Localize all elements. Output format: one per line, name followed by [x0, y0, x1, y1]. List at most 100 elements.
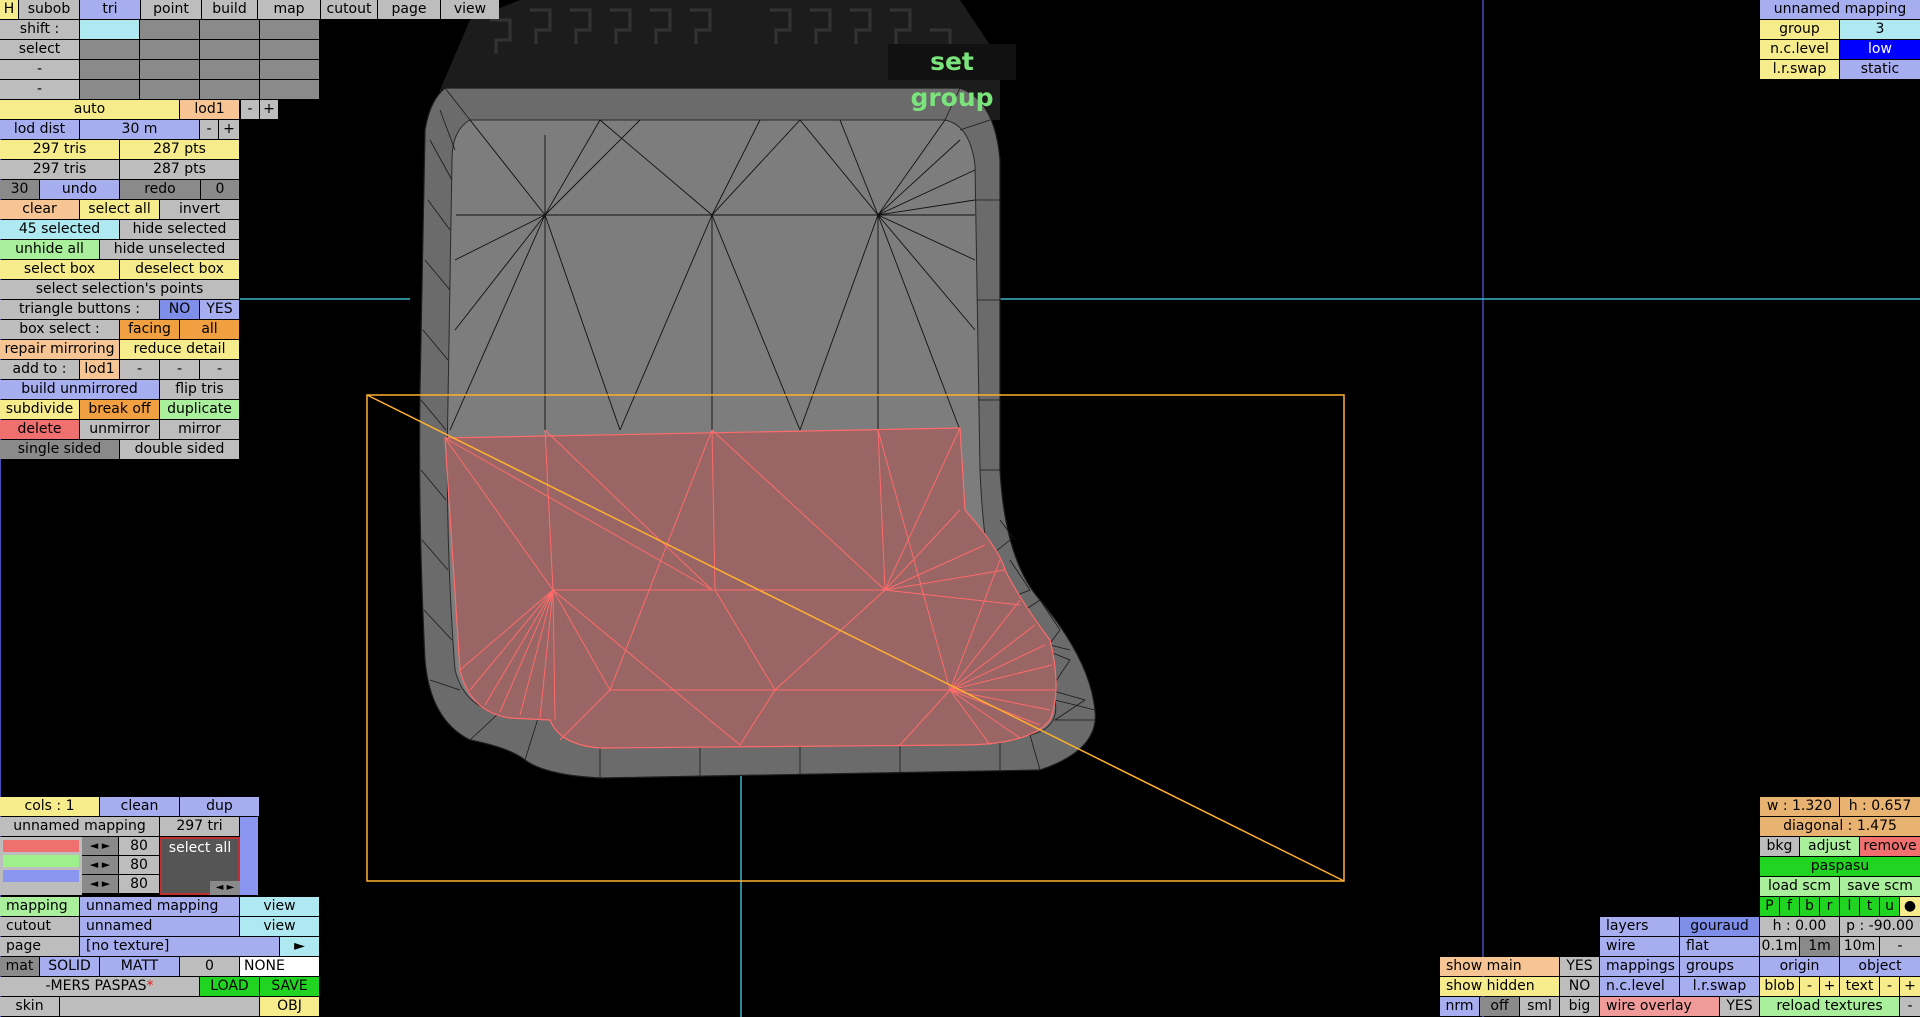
obj-button[interactable]: OBJ	[260, 997, 319, 1016]
nclevel-value[interactable]: low	[1840, 40, 1920, 59]
save-button[interactable]: SAVE	[260, 977, 319, 996]
none-field[interactable]: NONE	[240, 957, 319, 976]
object-button[interactable]: object	[1840, 957, 1920, 976]
select-box-button[interactable]: select box	[0, 260, 119, 279]
duplicate-button[interactable]: duplicate	[160, 400, 239, 419]
delete-button[interactable]: delete	[0, 420, 79, 439]
page-value[interactable]: [no texture]	[80, 937, 279, 956]
solid-button[interactable]: SOLID	[40, 957, 99, 976]
view-u[interactable]: u	[1880, 897, 1899, 916]
tab-view[interactable]: view	[441, 0, 499, 19]
page-arrow-button[interactable]: ►	[280, 937, 319, 956]
break-off-button[interactable]: break off	[80, 400, 159, 419]
unmirror-button[interactable]: unmirror	[80, 420, 159, 439]
green-swatch[interactable]	[3, 855, 79, 867]
clear-button[interactable]: clear	[0, 200, 79, 219]
unhide-all-button[interactable]: unhide all	[0, 240, 99, 259]
step-10m[interactable]: 10m	[1840, 937, 1879, 956]
blue-arrows[interactable]: ◄ ►	[82, 875, 118, 893]
single-sided-button[interactable]: single sided	[0, 440, 119, 459]
subdivide-button[interactable]: subdivide	[0, 400, 79, 419]
shift-slot-4[interactable]	[260, 20, 319, 39]
select-slot-1[interactable]	[80, 40, 139, 59]
layers-label[interactable]: layers	[1600, 917, 1679, 936]
slot[interactable]	[140, 80, 199, 99]
big-button[interactable]: big	[1560, 997, 1599, 1016]
blob-minus[interactable]: -	[1800, 977, 1819, 996]
double-sided-button[interactable]: double sided	[120, 440, 239, 459]
shift-slot-1[interactable]	[80, 20, 139, 39]
view-dot[interactable]: ●	[1900, 897, 1920, 916]
lod-select[interactable]: lod1	[180, 100, 239, 119]
bkg-button[interactable]: bkg	[1760, 837, 1799, 856]
repair-mirroring-button[interactable]: repair mirroring	[0, 340, 119, 359]
show-main-yes[interactable]: YES	[1560, 957, 1599, 976]
color-preview-select-all[interactable]: select all	[162, 839, 238, 857]
shift-slot-2[interactable]	[140, 20, 199, 39]
slot[interactable]	[200, 80, 259, 99]
h-button[interactable]: H	[0, 0, 18, 19]
build-unmirrored-button[interactable]: build unmirrored	[0, 380, 159, 399]
select-slot-3[interactable]	[200, 40, 259, 59]
sml-button[interactable]: sml	[1520, 997, 1559, 1016]
invert-button[interactable]: invert	[160, 200, 239, 219]
add-to-lod1[interactable]: lod1	[80, 360, 119, 379]
shift-slot-3[interactable]	[200, 20, 259, 39]
undo-button[interactable]: undo	[40, 180, 119, 199]
group-value[interactable]: 3	[1840, 20, 1920, 39]
mirror-button[interactable]: mirror	[160, 420, 239, 439]
cutout-value[interactable]: unnamed	[80, 917, 239, 936]
green-arrows[interactable]: ◄ ►	[82, 856, 118, 874]
blue-swatch[interactable]	[3, 870, 79, 882]
nrm-button[interactable]: nrm	[1440, 997, 1479, 1016]
adjust-button[interactable]: adjust	[1800, 837, 1859, 856]
view-p[interactable]: P	[1760, 897, 1779, 916]
mapping-value[interactable]: unnamed mapping	[80, 897, 239, 916]
blob-plus[interactable]: +	[1820, 977, 1839, 996]
text-minus[interactable]: -	[1880, 977, 1899, 996]
select-slot-2[interactable]	[140, 40, 199, 59]
slot[interactable]	[140, 60, 199, 79]
box-select-facing[interactable]: facing	[120, 320, 179, 339]
reduce-detail-button[interactable]: reduce detail	[120, 340, 239, 359]
step-dash[interactable]: -	[1880, 937, 1920, 956]
remove-button[interactable]: remove	[1860, 837, 1920, 856]
wire-label[interactable]: wire	[1600, 937, 1679, 956]
lrswap-button[interactable]: l.r.swap	[1680, 977, 1759, 996]
slot[interactable]	[80, 80, 139, 99]
select-slot-4[interactable]	[260, 40, 319, 59]
slot[interactable]	[260, 60, 319, 79]
reload-textures-button[interactable]: reload textures	[1760, 997, 1899, 1016]
save-scm-button[interactable]: save scm	[1840, 877, 1920, 896]
deselect-box-button[interactable]: deselect box	[120, 260, 239, 279]
flat-button[interactable]: flat	[1680, 937, 1759, 956]
cutout-view-button[interactable]: view	[240, 917, 319, 936]
tab-page[interactable]: page	[378, 0, 440, 19]
lod-dist-minus-button[interactable]: -	[200, 120, 218, 139]
tab-map[interactable]: map	[258, 0, 320, 19]
load-scm-button[interactable]: load scm	[1760, 877, 1839, 896]
mapping-view-button[interactable]: view	[240, 897, 319, 916]
tab-point[interactable]: point	[141, 0, 201, 19]
groups-button[interactable]: groups	[1680, 957, 1759, 976]
select-all-button[interactable]: select all	[80, 200, 159, 219]
hide-unselected-button[interactable]: hide unselected	[100, 240, 239, 259]
step-1m[interactable]: 1m	[1800, 937, 1839, 956]
viewport[interactable]	[0, 0, 1920, 1017]
lod-minus-button[interactable]: -	[241, 100, 259, 119]
triangle-buttons-yes[interactable]: YES	[200, 300, 239, 319]
box-select-all[interactable]: all	[180, 320, 239, 339]
off-button[interactable]: off	[1480, 997, 1519, 1016]
matt-button[interactable]: MATT	[100, 957, 179, 976]
lod-plus-button[interactable]: +	[260, 100, 278, 119]
mat-zero[interactable]: 0	[180, 957, 239, 976]
preview-arrows[interactable]: ◄ ►	[210, 881, 240, 895]
view-r[interactable]: r	[1820, 897, 1839, 916]
tab-build[interactable]: build	[202, 0, 257, 19]
tab-subob[interactable]: subob	[19, 0, 79, 19]
view-t[interactable]: t	[1860, 897, 1879, 916]
tab-tri[interactable]: tri	[80, 0, 140, 19]
gouraud-button[interactable]: gouraud	[1680, 917, 1759, 936]
dup-button[interactable]: dup	[180, 797, 259, 816]
red-arrows[interactable]: ◄ ►	[82, 837, 118, 855]
